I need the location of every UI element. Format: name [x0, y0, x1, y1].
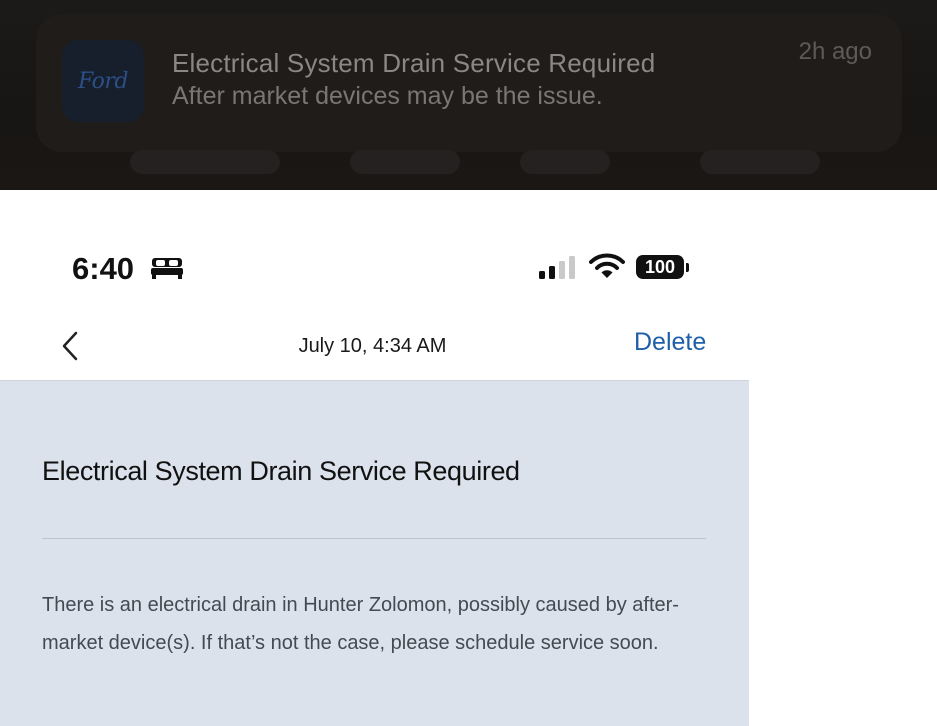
notification-banner[interactable]: Ford Electrical System Drain Service Req… [0, 0, 937, 190]
notification-title: Electrical System Drain Service Required [172, 48, 656, 78]
status-time: 6:40 [72, 251, 135, 286]
message-divider [42, 538, 706, 539]
blurred-background-item [700, 150, 820, 174]
wifi-icon [589, 253, 625, 278]
message-date: July 10, 4:34 AM [298, 335, 447, 357]
ford-logo-icon: Ford [62, 40, 144, 122]
delete-button[interactable]: Delete [634, 328, 706, 357]
blurred-background-item [520, 150, 610, 174]
message-panel: Electrical System Drain Service Required… [0, 381, 749, 726]
battery-nub [686, 263, 689, 272]
bed-icon [151, 258, 183, 279]
notification-time: 2h ago [798, 38, 872, 65]
blurred-background-item [350, 150, 460, 174]
back-button[interactable] [55, 330, 85, 362]
chevron-left-icon [62, 331, 78, 361]
message-title: Electrical System Drain Service Required [42, 456, 520, 486]
message-body: There is an electrical drain in Hunter Z… [42, 594, 679, 654]
ford-logo-text: Ford [78, 68, 128, 94]
blurred-background-item [130, 150, 280, 174]
notification-body: After market devices may be the issue. [172, 82, 603, 110]
battery-level: 100 [644, 256, 676, 277]
cellular-signal-icon [539, 256, 575, 279]
battery-icon: 100 [636, 255, 684, 279]
